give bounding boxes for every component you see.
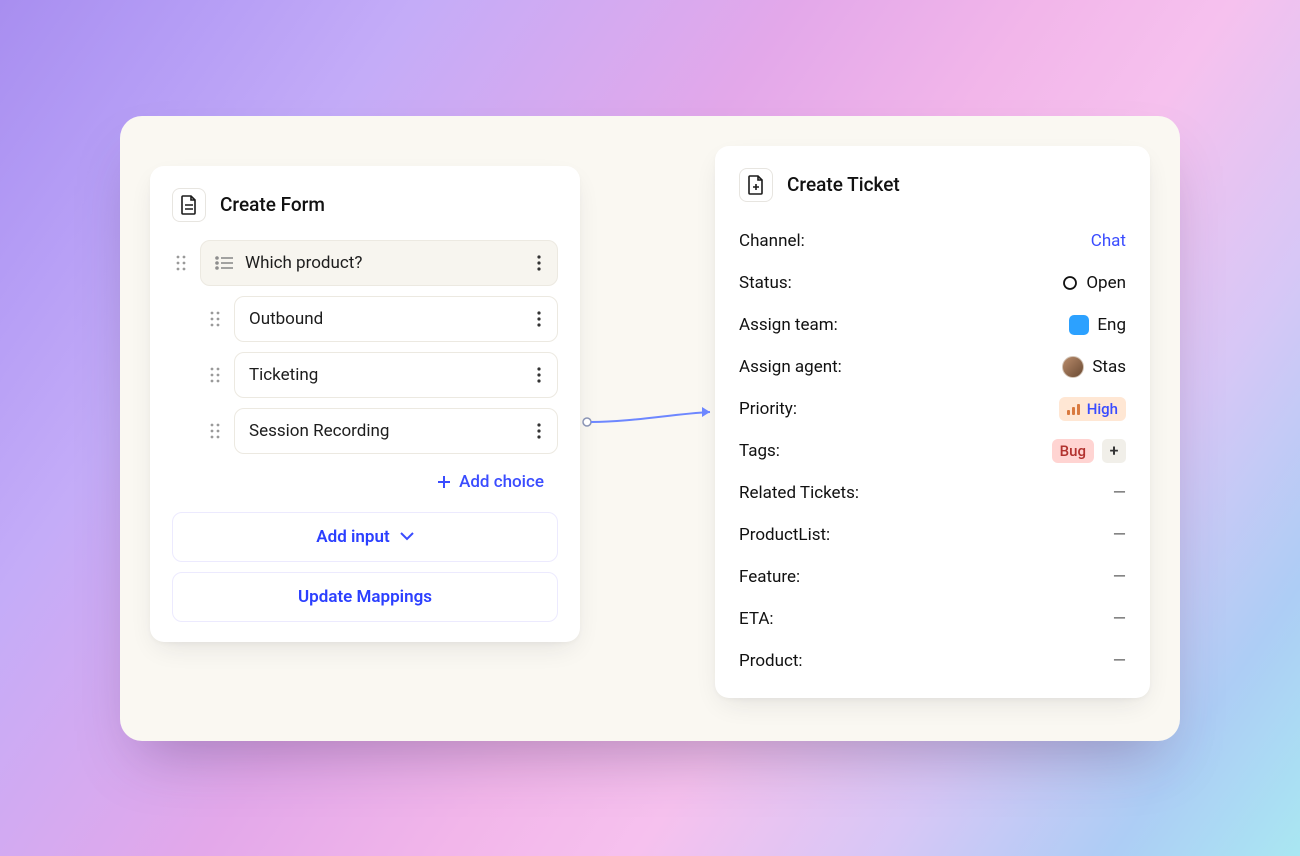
tags-label: Tags:	[739, 441, 780, 461]
productlist-label: ProductList:	[739, 525, 830, 545]
avatar-icon	[1062, 356, 1084, 378]
choice-item[interactable]: Session Recording	[234, 408, 558, 454]
bars-icon	[1067, 403, 1081, 415]
agent-label: Assign agent:	[739, 357, 842, 377]
drag-handle-icon[interactable]	[206, 367, 224, 383]
ticket-card-header: Create Ticket	[739, 168, 1126, 202]
update-mappings-button[interactable]: Update Mappings	[172, 572, 558, 622]
agent-row: Assign agent: Stas	[739, 346, 1126, 388]
kebab-icon[interactable]	[535, 255, 543, 271]
choice-row: Ticketing	[206, 352, 558, 398]
choice-row: Session Recording	[206, 408, 558, 454]
priority-row: Priority: High	[739, 388, 1126, 430]
form-card-title: Create Form	[220, 193, 325, 216]
document-plus-icon	[739, 168, 773, 202]
eta-row: ETA: —	[739, 598, 1126, 640]
related-value[interactable]: —	[1113, 483, 1126, 503]
kebab-icon[interactable]	[535, 311, 543, 327]
priority-label: Priority:	[739, 399, 797, 419]
related-label: Related Tickets:	[739, 483, 859, 503]
drag-handle-icon[interactable]	[206, 423, 224, 439]
circle-icon	[1062, 275, 1078, 291]
team-swatch-icon	[1069, 315, 1089, 335]
channel-row: Channel: Chat	[739, 220, 1126, 262]
channel-value[interactable]: Chat	[1091, 231, 1126, 251]
priority-value[interactable]: High	[1059, 397, 1126, 421]
productlist-row: ProductList: —	[739, 514, 1126, 556]
ticket-card-title: Create Ticket	[787, 173, 900, 196]
kebab-icon[interactable]	[535, 423, 543, 439]
form-card-header: Create Form	[172, 188, 558, 222]
create-ticket-card: Create Ticket Channel: Chat Status: Open…	[715, 146, 1150, 698]
product-value[interactable]: —	[1113, 651, 1126, 671]
tags-row: Tags: Bug +	[739, 430, 1126, 472]
product-label: Product:	[739, 651, 803, 671]
drag-handle-icon[interactable]	[206, 311, 224, 327]
document-icon	[172, 188, 206, 222]
question-field-row: Which product?	[172, 240, 558, 286]
list-icon	[215, 256, 233, 270]
eta-label: ETA:	[739, 609, 774, 629]
team-label: Assign team:	[739, 315, 838, 335]
canvas: Create Form Which product?	[120, 116, 1180, 741]
choice-item[interactable]: Outbound	[234, 296, 558, 342]
question-label: Which product?	[245, 253, 523, 273]
product-row: Product: —	[739, 640, 1126, 682]
choices-block: Outbound Ticketing Session Recording	[172, 296, 558, 506]
add-choice-button[interactable]: Add choice	[206, 464, 558, 506]
chevron-down-icon	[400, 532, 414, 541]
connector-arrow-icon	[582, 404, 722, 444]
choice-row: Outbound	[206, 296, 558, 342]
add-input-button[interactable]: Add input	[172, 512, 558, 562]
team-row: Assign team: Eng	[739, 304, 1126, 346]
status-row: Status: Open	[739, 262, 1126, 304]
plus-icon: +	[1110, 441, 1119, 460]
feature-value[interactable]: —	[1113, 567, 1126, 587]
add-tag-button[interactable]: +	[1102, 439, 1126, 463]
agent-text: Stas	[1092, 357, 1126, 377]
plus-icon	[437, 475, 451, 489]
team-text: Eng	[1097, 315, 1126, 335]
tag-pill[interactable]: Bug	[1052, 439, 1094, 463]
productlist-value[interactable]: —	[1113, 525, 1126, 545]
tag-text: Bug	[1060, 442, 1086, 460]
update-mappings-label: Update Mappings	[298, 587, 432, 607]
choice-label: Outbound	[249, 309, 523, 329]
tags-value: Bug +	[1052, 439, 1126, 463]
feature-row: Feature: —	[739, 556, 1126, 598]
status-text: Open	[1086, 273, 1126, 293]
create-form-card: Create Form Which product?	[150, 166, 580, 642]
related-row: Related Tickets: —	[739, 472, 1126, 514]
add-choice-label: Add choice	[459, 472, 544, 492]
add-input-label: Add input	[316, 527, 389, 547]
channel-label: Channel:	[739, 231, 805, 251]
status-value[interactable]: Open	[1062, 273, 1126, 293]
eta-value[interactable]: —	[1113, 609, 1126, 629]
choice-label: Ticketing	[249, 365, 523, 385]
drag-handle-icon[interactable]	[172, 255, 190, 271]
status-label: Status:	[739, 273, 792, 293]
kebab-icon[interactable]	[535, 367, 543, 383]
choice-item[interactable]: Ticketing	[234, 352, 558, 398]
feature-label: Feature:	[739, 567, 800, 587]
agent-value[interactable]: Stas	[1062, 356, 1126, 378]
team-value[interactable]: Eng	[1069, 315, 1126, 335]
choice-label: Session Recording	[249, 421, 523, 441]
priority-text: High	[1087, 400, 1118, 418]
question-field[interactable]: Which product?	[200, 240, 558, 286]
